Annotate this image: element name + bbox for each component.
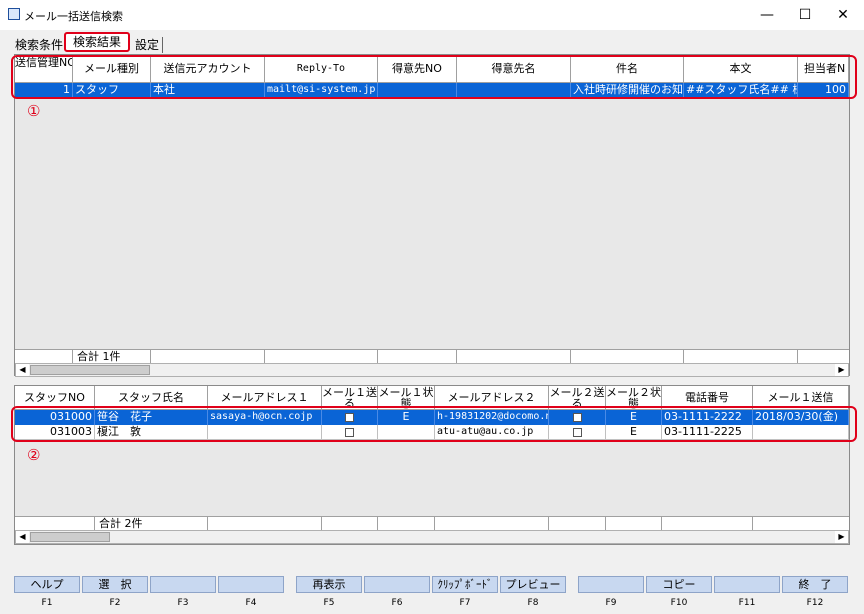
window-title: メール一括送信検索 [24, 10, 123, 23]
fkey-label: F7 [459, 598, 471, 608]
horizontal-scrollbar[interactable]: ◀ ▶ [15, 363, 849, 377]
app-icon [8, 8, 20, 20]
f6-button[interactable] [364, 576, 430, 593]
tab-settings[interactable]: 設定 [132, 37, 164, 53]
marker-1: ① [27, 102, 41, 120]
fkey-label: F9 [605, 598, 617, 608]
horizontal-scrollbar[interactable]: ◀ ▶ [15, 530, 849, 544]
f4-button[interactable] [218, 576, 284, 593]
f9-button[interactable] [578, 576, 644, 593]
fkey-label: F3 [177, 598, 189, 608]
fkey-label: F4 [245, 598, 257, 608]
scroll-left-icon[interactable]: ◀ [16, 364, 29, 376]
clipboard-button[interactable]: ｸﾘｯﾌﾟﾎﾞｰﾄﾞ [432, 576, 498, 593]
marker-2: ② [27, 446, 41, 464]
refresh-button[interactable]: 再表示 [296, 576, 362, 593]
select-button[interactable]: 選 択 [82, 576, 148, 593]
total-count: 合計 2件 [95, 517, 208, 531]
grid-footer: 合計 1件 [15, 349, 849, 364]
highlight-box-1 [11, 55, 857, 99]
tab-search-conditions[interactable]: 検索条件 [12, 37, 66, 53]
scroll-right-icon[interactable]: ▶ [835, 364, 848, 376]
scroll-thumb[interactable] [30, 365, 150, 375]
fkey-label: F10 [670, 598, 688, 608]
help-button[interactable]: ヘルプ [14, 576, 80, 593]
title-bar [0, 0, 864, 30]
fkey-label: F12 [806, 598, 824, 608]
f3-button[interactable] [150, 576, 216, 593]
fkey-label: F5 [323, 598, 335, 608]
fkey-label: F11 [738, 598, 756, 608]
grid-footer: 合計 2件 [15, 516, 849, 531]
total-count: 合計 1件 [73, 350, 151, 364]
scroll-right-icon[interactable]: ▶ [835, 531, 848, 543]
fkey-label: F2 [109, 598, 121, 608]
f11-button[interactable] [714, 576, 780, 593]
fkey-label: F8 [527, 598, 539, 608]
fkey-label: F1 [41, 598, 53, 608]
close-icon[interactable]: ✕ [820, 0, 864, 30]
copy-button[interactable]: コピー [646, 576, 712, 593]
fkey-label: F6 [391, 598, 403, 608]
highlight-box-2 [11, 406, 857, 442]
search-results-grid: 送信管理NO メール種別 送信元アカウント Reply-To 得意先NO 得意先… [14, 54, 850, 377]
exit-button[interactable]: 終 了 [782, 576, 848, 593]
scroll-left-icon[interactable]: ◀ [16, 531, 29, 543]
preview-button[interactable]: プレビュー [500, 576, 566, 593]
tab-search-results[interactable]: 検索結果 [64, 32, 130, 52]
scroll-thumb[interactable] [30, 532, 110, 542]
